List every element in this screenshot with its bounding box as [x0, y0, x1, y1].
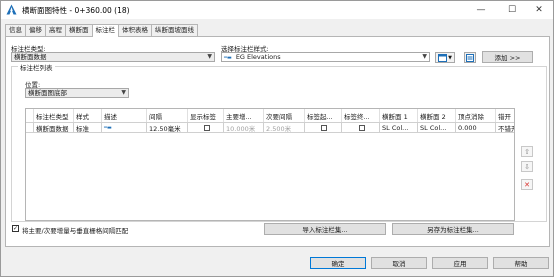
style-preview-button[interactable] [464, 52, 476, 63]
match-increments-label: 将主要/次要增量与垂直栅格间隔匹配 [22, 227, 129, 235]
cell-label-start[interactable] [305, 123, 342, 132]
column-header[interactable]: 错开 [496, 109, 514, 122]
add-band-button[interactable]: 添加 >> [482, 51, 533, 63]
cell-vertex-weed[interactable]: 0.000 [456, 123, 496, 132]
tab-section[interactable]: 横断面 [65, 24, 93, 36]
grid-header: 标注栏类型 样式 描述 间隔 显示标签 主要增... 次要间隔 标签起... 标… [26, 109, 514, 123]
tab-grade-lines[interactable]: 纵断面坡面线 [151, 24, 198, 36]
chevron-down-icon: ▼ [422, 53, 427, 60]
window-title: 横断面图特性 - 0+360.00 (18) [22, 6, 130, 15]
close-button[interactable]: ✕ [525, 1, 553, 19]
cell-show-labels[interactable] [188, 123, 224, 132]
civil3d-logo-icon [6, 4, 17, 15]
label-end-checkbox[interactable] [358, 124, 365, 131]
description-style-icon: ═▬ [104, 124, 112, 131]
arrow-up-icon: ⇧ [524, 147, 530, 156]
maximize-button[interactable]: ☐ [498, 1, 526, 19]
chevron-down-icon: ▼ [207, 53, 212, 60]
preview-icon [466, 53, 474, 62]
column-header[interactable]: 显示标签 [188, 109, 224, 122]
chevron-down-icon: ▼ [448, 54, 452, 61]
cell-label-end[interactable] [342, 123, 380, 132]
column-header[interactable]: 标注栏类型 [34, 109, 74, 122]
column-header[interactable]: 顶点消除 [456, 109, 496, 122]
tab-offset[interactable]: 偏移 [25, 24, 46, 36]
column-header[interactable]: 标签起... [305, 109, 342, 122]
band-style-select[interactable]: ═▬ EG Elevations ▼ [221, 52, 430, 62]
column-header[interactable]: 主要增... [224, 109, 264, 122]
row-selector[interactable] [26, 123, 34, 132]
edit-style-icon [438, 53, 448, 62]
help-button[interactable]: 帮助 [493, 257, 549, 269]
position-select[interactable]: 横断面图底部 ▼ [25, 88, 129, 98]
show-labels-checkbox[interactable] [203, 124, 210, 131]
table-row[interactable]: 横断面数据 标准 ═▬ 12.50毫米 10.000米 2.500米 SL Co… [26, 123, 514, 133]
cell-description[interactable]: ═▬ [102, 123, 147, 132]
column-header[interactable]: 横断面 1 [380, 109, 418, 122]
tab-volume-tables[interactable]: 体积表格 [118, 24, 152, 36]
column-header[interactable]: 描述 [102, 109, 147, 122]
title-bar: 横断面图特性 - 0+360.00 (18) — ☐ ✕ [1, 1, 553, 19]
cell-section-1[interactable]: SL Col... [380, 123, 418, 132]
cell-section-2[interactable]: SL Col... [418, 123, 456, 132]
chevron-down-icon: ▼ [121, 89, 126, 96]
style-preview-icon: ═▬ [224, 55, 232, 61]
column-header[interactable]: 样式 [74, 109, 102, 122]
move-down-button[interactable]: ⇩ [521, 161, 533, 172]
move-up-button[interactable]: ⇧ [521, 146, 533, 157]
arrow-down-icon: ⇩ [524, 162, 530, 171]
column-header[interactable]: 次要间隔 [264, 109, 305, 122]
column-header[interactable]: 标签终... [342, 109, 380, 122]
band-type-select[interactable]: 横断面数据 ▼ [11, 52, 215, 62]
band-type-value: 横断面数据 [14, 53, 47, 61]
row-selector-header [26, 109, 34, 122]
match-increments-checkbox[interactable]: ✓ [12, 225, 19, 232]
minimize-button[interactable]: — [467, 1, 495, 19]
ok-button[interactable]: 确定 [310, 257, 366, 269]
cell-stagger[interactable]: 不错开 [496, 123, 514, 133]
band-list-title: 标注栏列表 [18, 62, 55, 72]
cell-gap[interactable]: 12.50毫米 [147, 123, 188, 132]
save-band-set-button[interactable]: 另存为标注栏集... [392, 223, 514, 235]
cell-style[interactable]: 标准 [74, 123, 102, 132]
checkmark-icon: ✓ [12, 224, 19, 232]
band-style-value: EG Elevations [235, 53, 281, 61]
column-header[interactable]: 横断面 2 [418, 109, 456, 122]
position-value: 横断面图底部 [28, 89, 67, 97]
tab-elevation[interactable]: 高程 [45, 24, 66, 36]
delete-band-button[interactable]: ✕ [521, 179, 533, 190]
label-start-checkbox[interactable] [321, 124, 327, 131]
apply-button[interactable]: 应用 [432, 257, 488, 269]
cell-major-increment[interactable]: 10.000米 [224, 123, 264, 132]
delete-icon: ✕ [524, 180, 530, 189]
dialog-window: 横断面图特性 - 0+360.00 (18) — ☐ ✕ 信息 偏移 高程 横断… [0, 0, 554, 277]
column-header[interactable]: 间隔 [147, 109, 188, 122]
tab-info[interactable]: 信息 [5, 24, 26, 36]
style-edit-button[interactable]: ▼ [435, 52, 455, 63]
import-band-set-button[interactable]: 导入标注栏集... [264, 223, 386, 235]
tab-bands[interactable]: 标注栏 [91, 24, 119, 37]
tab-strip: 信息 偏移 高程 横断面 标注栏 体积表格 纵断面坡面线 [5, 24, 198, 37]
cell-minor-interval[interactable]: 2.500米 [264, 123, 305, 132]
band-grid: 标注栏类型 样式 描述 间隔 显示标签 主要增... 次要间隔 标签起... 标… [25, 108, 515, 221]
cell-band-type[interactable]: 横断面数据 [34, 123, 74, 132]
cancel-button[interactable]: 取消 [371, 257, 427, 269]
